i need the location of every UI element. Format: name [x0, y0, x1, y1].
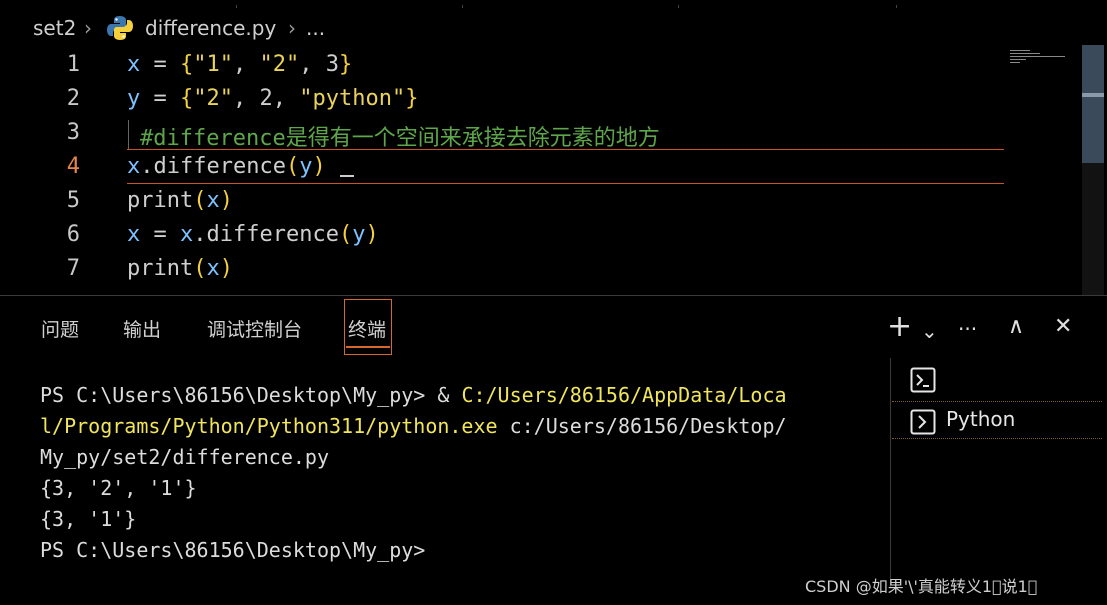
watermark: CSDN @如果'\'真能转义1 说1 : [805, 577, 1038, 596]
breadcrumb: set2 › difference.py › ...: [0, 0, 1107, 45]
breadcrumb-file[interactable]: difference.py: [145, 14, 276, 42]
code-line[interactable]: print(x): [127, 256, 233, 281]
tab-debug-console[interactable]: 调试控制台: [207, 316, 302, 344]
editor-scrollbar-thumb[interactable]: [1082, 45, 1104, 163]
panel-divider[interactable]: [0, 295, 1107, 296]
minimap[interactable]: [1010, 50, 1065, 66]
breadcrumb-folder[interactable]: set2: [33, 14, 76, 42]
code-line-active[interactable]: x.difference(y): [127, 154, 354, 179]
current-line-border-top: [127, 149, 1004, 150]
current-line-border-bottom: [127, 183, 1004, 184]
line-number-active: 4: [66, 154, 80, 179]
chevron-right-icon: ›: [288, 16, 296, 40]
terminal-prompt: PS C:\Users\86156\Desktop\My_py>: [40, 538, 426, 562]
python-icon: [106, 14, 134, 42]
line-number: 3: [66, 120, 80, 145]
terminal-line: {3, '1'}: [40, 507, 137, 531]
tab-terminal[interactable]: 终端: [348, 316, 386, 344]
active-tab-indicator: [346, 346, 390, 348]
line-number: 5: [66, 188, 80, 213]
maximize-panel-button[interactable]: ∧: [1008, 312, 1024, 342]
code-line[interactable]: print(x): [127, 188, 233, 213]
breadcrumb-more[interactable]: ...: [306, 14, 325, 42]
tab-output[interactable]: 输出: [123, 316, 161, 344]
code-line[interactable]: x = {"1", "2", 3}: [127, 52, 352, 77]
terminal-list-divider[interactable]: [890, 358, 891, 588]
line-number: 2: [66, 86, 80, 111]
code-editor[interactable]: 1 2 3 4 5 6 7 x = {"1", "2", 3} y = {"2"…: [0, 45, 1107, 295]
terminal-instance-label: Python: [946, 407, 1016, 431]
code-line-comment[interactable]: #difference是得有一个空间来承接去除元素的地方: [140, 120, 660, 152]
line-number: 7: [66, 256, 80, 281]
terminal-line: PS C:\Users\86156\Desktop\My_py> & C:/Us…: [40, 383, 787, 407]
terminal-line: {3, '2', '1'}: [40, 476, 197, 500]
scrollbar-cursor-marker: [1082, 93, 1104, 97]
indent-guide: [128, 120, 129, 150]
terminal-icon: [910, 409, 936, 439]
close-panel-button[interactable]: ✕: [1054, 312, 1072, 342]
code-line[interactable]: x = x.difference(y): [127, 222, 379, 247]
terminal-output[interactable]: PS C:\Users\86156\Desktop\My_py> & C:/Us…: [40, 380, 870, 566]
tab-problems[interactable]: 问题: [41, 316, 79, 344]
terminal-icon: [910, 367, 936, 397]
terminal-instance-python[interactable]: Python: [892, 401, 1102, 439]
terminal-line: My_py/set2/difference.py: [40, 445, 329, 469]
line-number: 6: [66, 222, 80, 247]
chevron-right-icon: ›: [84, 16, 92, 40]
line-number: 1: [66, 52, 80, 77]
text-cursor: [339, 175, 354, 177]
chevron-down-icon[interactable]: ⌄: [921, 316, 938, 346]
code-line[interactable]: y = {"2", 2, "python"}: [127, 86, 418, 111]
terminal-instance[interactable]: [892, 360, 1102, 396]
add-terminal-button[interactable]: +: [887, 312, 912, 342]
terminal-line: l/Programs/Python/Python311/python.exe c…: [40, 414, 787, 438]
more-actions-button[interactable]: ···: [958, 314, 977, 344]
